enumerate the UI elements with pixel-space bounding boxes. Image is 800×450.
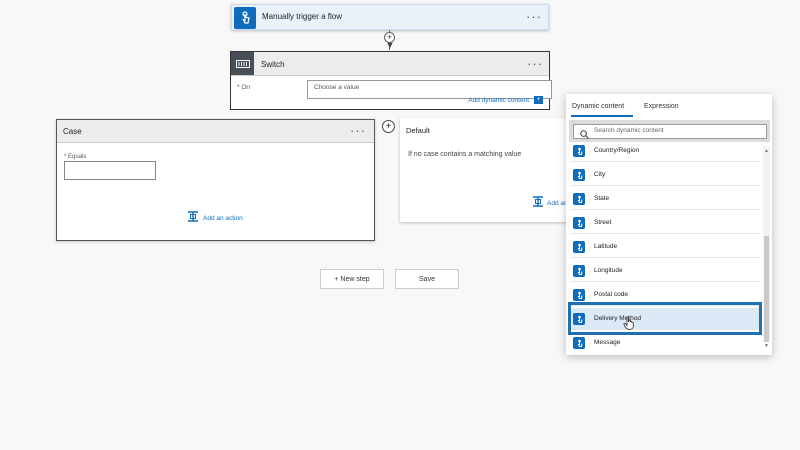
arrow-down-icon: ▼ xyxy=(385,40,395,50)
list-item-country-region[interactable]: Country/Region xyxy=(570,144,760,162)
scroll-up-arrow-icon[interactable]: ▲ xyxy=(763,148,770,155)
add-case-plus-icon[interactable]: + xyxy=(382,120,395,133)
equals-label: * Equals xyxy=(64,154,87,160)
manual-trigger-icon xyxy=(573,336,585,349)
active-tab-indicator xyxy=(571,115,633,117)
search-placeholder: Search dynamic content xyxy=(594,127,664,134)
add-action-icon xyxy=(532,194,544,212)
trigger-title: Manually trigger a flow xyxy=(262,12,343,21)
scroll-down-arrow-icon[interactable]: ▼ xyxy=(763,343,770,350)
equals-input[interactable] xyxy=(64,161,156,180)
trigger-menu-button[interactable]: ··· xyxy=(526,9,542,24)
trigger-card[interactable]: Manually trigger a flow ··· xyxy=(231,4,549,30)
manual-trigger-icon xyxy=(573,168,585,181)
manual-trigger-icon xyxy=(573,288,585,301)
add-dynamic-content-link[interactable]: Add dynamic content xyxy=(468,97,529,104)
case-card: Case ··· * Equals Add an action xyxy=(56,119,375,241)
manual-trigger-icon xyxy=(573,144,585,157)
search-icon xyxy=(580,126,589,144)
switch-icon xyxy=(231,52,254,75)
switch-card: Switch ··· * On Choose a value Add dynam… xyxy=(230,51,552,110)
case-title: Case xyxy=(63,127,82,136)
list-item-state[interactable]: State xyxy=(570,188,760,210)
scrollbar-thumb[interactable] xyxy=(764,236,769,342)
hand-pointer-cursor-icon xyxy=(623,316,635,330)
case-header[interactable]: Case ··· xyxy=(57,120,374,143)
add-action-icon xyxy=(187,209,199,227)
switch-menu-button[interactable]: ··· xyxy=(527,56,543,71)
default-description: If no case contains a matching value xyxy=(408,151,522,158)
new-step-button[interactable]: + New step xyxy=(320,269,384,289)
list-item-longitude[interactable]: Longitude xyxy=(570,260,760,282)
list-item-street[interactable]: Street xyxy=(570,212,760,234)
tab-expression[interactable]: Expression xyxy=(644,103,679,110)
search-container: Search dynamic content xyxy=(569,120,770,142)
search-dynamic-content-input[interactable]: Search dynamic content xyxy=(573,124,767,139)
on-label: * On xyxy=(237,84,251,91)
manual-trigger-icon xyxy=(573,192,585,205)
manual-trigger-icon xyxy=(573,240,585,253)
default-add-action-label: Add an xyxy=(547,199,568,207)
add-dynamic-content-icon[interactable]: + xyxy=(534,96,543,104)
tab-dynamic-content[interactable]: Dynamic content xyxy=(572,103,624,110)
manual-trigger-icon xyxy=(573,216,585,229)
selection-highlight-frame xyxy=(568,302,762,335)
switch-header[interactable]: Switch ··· xyxy=(231,52,549,76)
list-item-city[interactable]: City xyxy=(570,164,760,186)
default-add-action-button[interactable]: Add an xyxy=(532,194,568,212)
manual-trigger-icon xyxy=(573,264,585,277)
hand-tap-icon xyxy=(234,7,256,29)
list-item-latitude[interactable]: Latitude xyxy=(570,236,760,258)
case-menu-button[interactable]: ··· xyxy=(350,123,366,138)
default-title: Default xyxy=(406,126,430,135)
case-add-action-label: Add an action xyxy=(203,214,243,222)
save-button[interactable]: Save xyxy=(395,269,459,289)
default-card: Default If no case contains a matching v… xyxy=(400,118,570,222)
switch-title: Switch xyxy=(261,60,285,69)
case-add-action-button[interactable]: Add an action xyxy=(187,209,243,227)
